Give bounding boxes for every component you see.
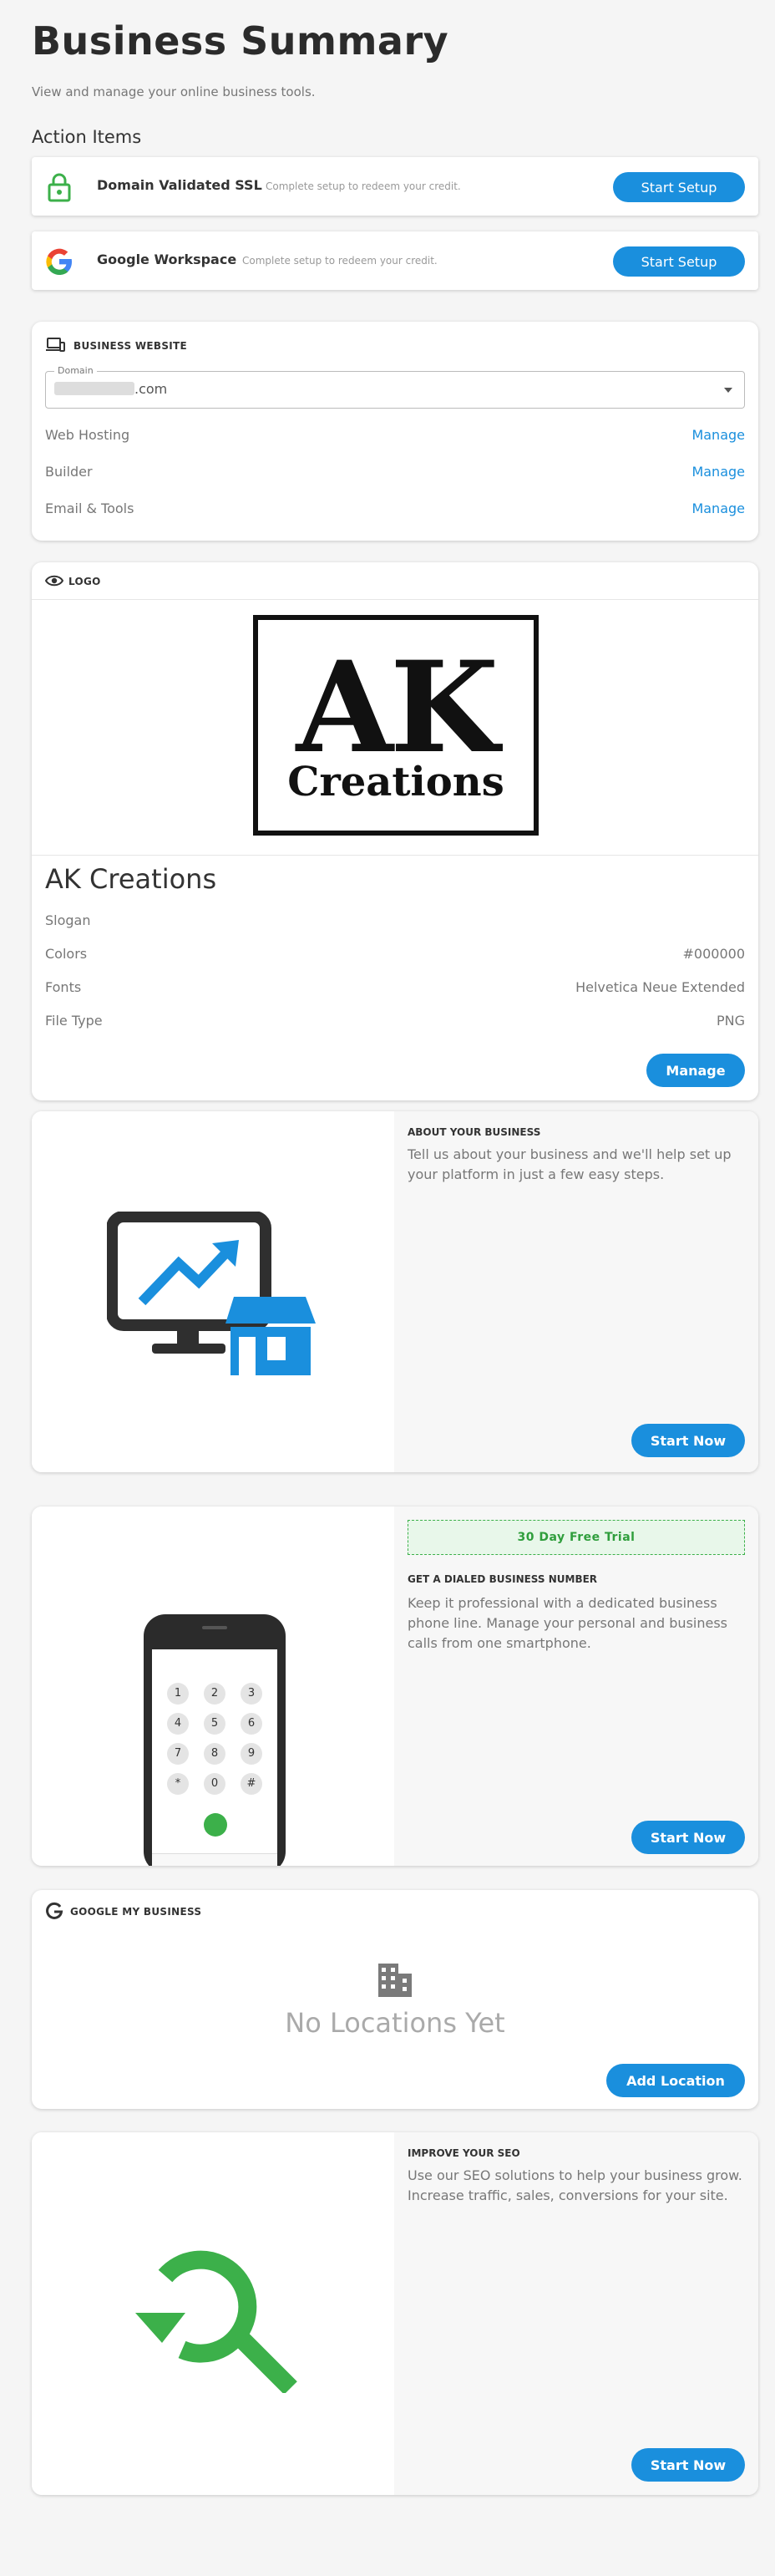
eye-icon [45,575,63,587]
phone-heading: GET A DIALED BUSINESS NUMBER [408,1573,598,1585]
logo-image: AK Creations [253,615,539,836]
about-business-card: ABOUT YOUR BUSINESS Tell us about your b… [32,1111,758,1472]
manage-logo-button[interactable]: Manage [646,1054,745,1087]
dialpad-key: 2 [204,1683,225,1705]
fonts-label: Fonts [45,979,82,995]
card-header: GOOGLE MY BUSINESS [70,1906,202,1918]
about-description: Tell us about your business and we'll he… [408,1146,732,1182]
phone-content-panel: 30 Day Free Trial GET A DIALED BUSINESS … [394,1506,758,1866]
file-type-label: File Type [45,1013,103,1029]
about-illustration-panel [32,1111,394,1472]
phone-speaker [202,1626,227,1629]
card-header: BUSINESS WEBSITE [73,340,188,352]
smartphone-image: 1 2 3 4 5 6 7 8 9 * 0 # [144,1614,286,1866]
web-hosting-manage-link[interactable]: Manage [691,427,745,443]
action-item-ssl: Domain Validated SSL Complete setup to r… [32,157,758,216]
action-items-heading: Action Items [32,127,142,147]
seo-heading: IMPROVE YOUR SEO [408,2147,520,2159]
file-type-value: PNG [716,1013,745,1029]
dialpad-key: 7 [167,1743,189,1765]
action-item-google-workspace: Google Workspace Complete setup to redee… [32,231,758,290]
logo-wordmark-text: Creations [287,759,504,805]
domain-select[interactable]: Domain .com [45,365,745,409]
monitor-store-illustration [107,1212,316,1375]
dialpad-key: 4 [167,1713,189,1735]
seo-description: Use our SEO solutions to help your busin… [408,2167,742,2203]
business-number-card: 1 2 3 4 5 6 7 8 9 * 0 # 30 Day Free Trial GET A DIA… [32,1506,758,1866]
dialpad-key: 1 [167,1683,189,1705]
about-heading: ABOUT YOUR BUSINESS [408,1126,541,1138]
call-button-icon [204,1813,227,1837]
google-g-icon [46,248,72,275]
phone-start-now-button[interactable]: Start Now [631,1821,745,1854]
logo-mark-text: AK [296,634,499,781]
action-item-note: Complete setup to redeem your credit. [242,255,438,267]
business-name: AK Creations [45,863,217,895]
builder-label: Builder [45,464,93,480]
logo-preview: AK Creations [32,600,758,856]
page-subtitle: View and manage your online business too… [32,84,316,99]
seo-start-now-button[interactable]: Start Now [631,2448,745,2482]
domain-value: .com [134,381,168,397]
phone-screen: 1 2 3 4 5 6 7 8 9 * 0 # [152,1649,277,1866]
builder-manage-link[interactable]: Manage [691,464,745,480]
action-item-label: Google Workspace [97,252,237,267]
business-website-card: BUSINESS WEBSITE Domain .com Web Hosting… [32,322,758,541]
dialpad-key: 9 [241,1743,262,1765]
devices-icon [46,338,65,352]
blurred-domain-name [54,382,134,395]
action-item-note: Complete setup to redeem your credit. [266,180,461,192]
start-setup-button[interactable]: Start Setup [613,246,745,277]
add-location-button[interactable]: Add Location [606,2064,745,2097]
improve-seo-card: IMPROVE YOUR SEO Use our SEO solutions t… [32,2132,758,2495]
seo-illustration-panel [32,2132,394,2495]
lock-icon [48,173,71,202]
divider [32,855,758,856]
web-hosting-label: Web Hosting [45,427,130,443]
dialpad-key: # [241,1773,262,1795]
fonts-value: Helvetica Neue Extended [575,979,745,995]
free-trial-badge: 30 Day Free Trial [408,1520,745,1555]
about-content-panel: ABOUT YOUR BUSINESS Tell us about your b… [394,1111,758,1472]
email-tools-manage-link[interactable]: Manage [691,500,745,516]
page-title: Business Summary [32,18,449,64]
seo-content-panel: IMPROVE YOUR SEO Use our SEO solutions t… [394,2132,758,2495]
empty-locations-message: No Locations Yet [285,2007,505,2039]
action-item-label: Domain Validated SSL [97,177,262,193]
domain-select-label: Domain [54,365,97,376]
dialpad-key: 5 [204,1713,225,1735]
dialpad-key: 0 [204,1773,225,1795]
search-refresh-illustration [135,2250,297,2393]
building-icon [378,1964,412,1997]
chevron-down-icon [724,388,732,393]
colors-value: #000000 [682,946,745,962]
card-header: LOGO [68,576,101,587]
dialpad-key: 6 [241,1713,262,1735]
dialpad-key: 8 [204,1743,225,1765]
phone-tab-bar [152,1853,277,1866]
google-my-business-card: GOOGLE MY BUSINESS No Locations Yet Add … [32,1890,758,2109]
slogan-label: Slogan [45,912,91,928]
about-start-now-button[interactable]: Start Now [631,1424,745,1457]
start-setup-button[interactable]: Start Setup [613,172,745,202]
colors-label: Colors [45,946,88,962]
phone-description: Keep it professional with a dedicated bu… [408,1595,728,1651]
logo-card: LOGO AK Creations AK Creations Slogan Co… [32,562,758,1100]
dialpad-key: * [167,1773,189,1795]
google-g-mono-icon [46,1902,63,1919]
dialpad-key: 3 [241,1683,262,1705]
email-tools-label: Email & Tools [45,500,134,516]
phone-illustration-panel: 1 2 3 4 5 6 7 8 9 * 0 # [32,1506,394,1866]
